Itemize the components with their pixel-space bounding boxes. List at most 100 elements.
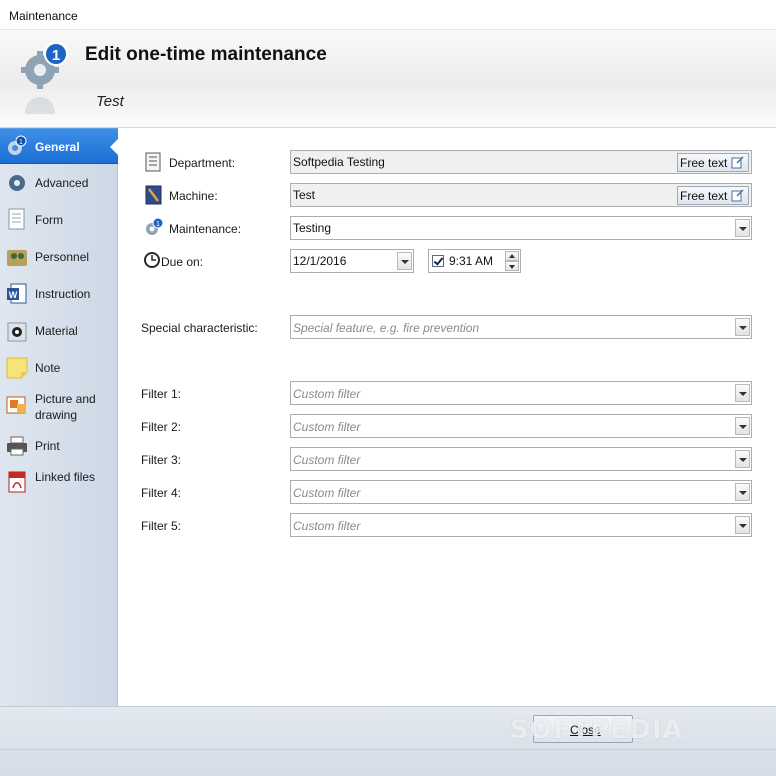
machine-value: Test (293, 188, 316, 202)
sidebar-item-material[interactable]: Material (0, 313, 118, 349)
filter-placeholder: Custom filter (293, 387, 361, 401)
filter-3-label: Filter 3: (141, 453, 182, 467)
filter-1-label: Filter 1: (141, 387, 182, 401)
window-title: Maintenance (9, 9, 78, 23)
special-characteristic-placeholder: Special feature, e.g. fire prevention (293, 321, 480, 335)
free-text-label: Free text (680, 156, 728, 170)
filter-4-label: Filter 4: (141, 486, 182, 500)
note-icon (6, 357, 28, 379)
chevron-down-icon[interactable] (735, 384, 750, 402)
chevron-down-icon[interactable] (735, 417, 750, 435)
filter-placeholder: Custom filter (293, 453, 361, 467)
picture-icon (6, 396, 26, 414)
filter-4-select[interactable]: Custom filter (290, 480, 752, 504)
maintenance-label: Maintenance: (169, 222, 242, 236)
edit-note-icon (731, 156, 744, 169)
printer-icon (7, 436, 27, 456)
maintenance-select[interactable]: Testing (290, 216, 752, 240)
filter-placeholder: Custom filter (293, 519, 361, 533)
icon-reflection (25, 97, 55, 114)
sidebar: 1 General Advanced Form Personnel W Inst… (0, 128, 119, 706)
sidebar-item-label: Print (35, 439, 60, 453)
svg-text:1: 1 (52, 47, 60, 64)
sidebar-item-label: Material (35, 324, 78, 338)
sidebar-item-general[interactable]: 1 General (0, 128, 119, 164)
machine-field[interactable]: Test Free text (290, 183, 752, 207)
maintenance-value: Testing (293, 221, 332, 235)
chevron-down-icon[interactable] (735, 516, 750, 534)
spin-up-icon[interactable] (505, 251, 519, 261)
special-characteristic-select[interactable]: Special feature, e.g. fire prevention (290, 315, 752, 339)
filter-3-select[interactable]: Custom filter (290, 447, 752, 471)
time-enabled-checkbox[interactable] (432, 255, 444, 267)
sidebar-item-personnel[interactable]: Personnel (0, 239, 118, 275)
sidebar-item-linked-files[interactable]: Linked files (0, 463, 118, 505)
due-time-picker[interactable]: 9:31 AM (428, 249, 521, 273)
dialog-header: 1 Edit one-time maintenance Test (0, 30, 776, 128)
department-free-text-button[interactable]: Free text (677, 153, 749, 172)
sidebar-item-advanced[interactable]: Advanced (0, 165, 118, 201)
material-icon (7, 322, 27, 342)
gear-badge-icon: 1 (8, 135, 27, 155)
sidebar-item-label: Picture and drawing (35, 392, 96, 422)
edit-note-icon (731, 189, 744, 202)
filter-placeholder: Custom filter (293, 486, 361, 500)
sidebar-item-label: Linked files (35, 470, 96, 484)
sidebar-item-picture[interactable]: Picture and drawing (0, 387, 118, 429)
dialog-footer: Close SOFTPEDIA (0, 706, 776, 776)
sidebar-item-label: Instruction (35, 287, 91, 301)
sidebar-item-label: Note (35, 361, 61, 375)
free-text-label: Free text (680, 189, 728, 203)
department-label: Department: (169, 156, 236, 170)
calendar-dropdown-icon[interactable] (397, 252, 412, 270)
special-characteristic-label: Special characteristic: (141, 321, 258, 335)
word-document-icon: W (7, 283, 27, 304)
department-field[interactable]: Softpedia Testing Free text (290, 150, 752, 174)
spin-down-icon[interactable] (505, 261, 519, 271)
sidebar-item-label: Personnel (35, 250, 90, 264)
sidebar-item-label: General (35, 140, 80, 154)
maintenance-gear-icon: 1 (21, 42, 68, 89)
due-time-value: 9:31 AM (449, 254, 494, 268)
title-bar: Maintenance (0, 0, 776, 30)
advanced-gear-icon (9, 175, 25, 191)
svg-text:W: W (9, 290, 18, 300)
sidebar-item-instruction[interactable]: W Instruction (0, 276, 118, 312)
personnel-icon (7, 250, 27, 266)
department-icon (145, 152, 161, 172)
filter-1-select[interactable]: Custom filter (290, 381, 752, 405)
sidebar-item-label: Form (35, 213, 63, 227)
chevron-down-icon[interactable] (735, 483, 750, 501)
time-spinner[interactable] (505, 251, 519, 271)
due-date-value: 12/1/2016 (293, 254, 347, 268)
maintenance-icon: 1 (146, 217, 164, 235)
machine-label: Machine: (169, 189, 218, 203)
footer-divider (0, 749, 776, 750)
watermark: SOFTPEDIA (510, 715, 684, 745)
filter-placeholder: Custom filter (293, 420, 361, 434)
svg-text:1: 1 (19, 139, 23, 146)
filter-5-select[interactable]: Custom filter (290, 513, 752, 537)
machine-icon (145, 185, 162, 205)
machine-free-text-button[interactable]: Free text (677, 186, 749, 205)
filter-2-select[interactable]: Custom filter (290, 414, 752, 438)
sidebar-item-label: Advanced (35, 176, 89, 190)
sidebar-item-note[interactable]: Note (0, 350, 118, 386)
filter-5-label: Filter 5: (141, 519, 182, 533)
clock-icon (144, 252, 160, 268)
active-indicator (110, 138, 119, 156)
sidebar-item-print[interactable]: Print (0, 430, 118, 462)
chevron-down-icon[interactable] (735, 450, 750, 468)
form-icon (8, 208, 25, 230)
due-date-picker[interactable]: 12/1/2016 (290, 249, 414, 273)
page-subtitle: Test (96, 93, 124, 110)
pdf-icon (8, 471, 26, 493)
due-on-label: Due on: (161, 255, 204, 269)
chevron-down-icon[interactable] (735, 318, 750, 336)
svg-text:1: 1 (156, 221, 160, 228)
chevron-down-icon[interactable] (735, 219, 750, 237)
sidebar-item-form[interactable]: Form (0, 202, 118, 238)
department-value: Softpedia Testing (293, 155, 385, 169)
general-panel: Department: Softpedia Testing Free text … (119, 128, 776, 706)
page-title: Edit one-time maintenance (85, 44, 327, 65)
